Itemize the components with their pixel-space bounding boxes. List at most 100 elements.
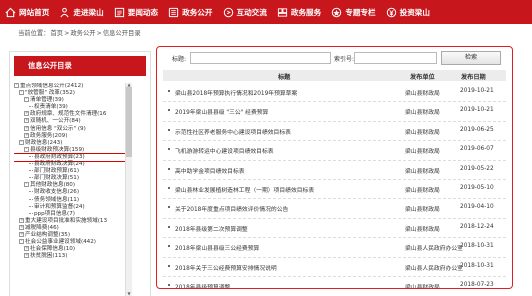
expand-icon[interactable]: +	[19, 217, 24, 223]
collapse-icon[interactable]: -	[14, 83, 19, 88]
row-date: 2019-06-25	[460, 126, 494, 133]
title-search-input[interactable]	[190, 52, 331, 64]
expand-icon[interactable]: +	[24, 253, 29, 259]
tree-item-label: ppp项目信息(7)	[34, 210, 75, 217]
bullet-icon	[168, 109, 170, 112]
nav-services[interactable]: 政务服务	[272, 0, 326, 24]
bullet-icon	[168, 90, 170, 92]
bullet-icon	[168, 206, 170, 209]
tree-item[interactable]: +双随机、一公开(84)	[14, 118, 132, 125]
tree-item[interactable]: - 清单管理(39)	[14, 97, 132, 104]
row-title-link[interactable]: 梁山县2018年预算执行情况和2019年预算草案	[175, 88, 297, 97]
collapse-icon[interactable]: -	[24, 97, 29, 103]
nav-investment[interactable]: 投资梁山	[381, 0, 435, 24]
bullet-icon	[168, 167, 170, 170]
collapse-icon[interactable]: -	[19, 239, 24, 245]
breadcrumb-home[interactable]: 首页	[50, 30, 63, 37]
tree-item-label: 县政府财政预算(23)	[34, 153, 85, 160]
tree-item[interactable]: 县政府财政预算(23)	[14, 152, 132, 163]
row-publisher: 梁山县财政局	[405, 110, 440, 117]
tree-item[interactable]: 审计和预算监督(24)	[14, 204, 132, 211]
tree-connector	[29, 106, 33, 108]
sidebar-scrollbar[interactable]: ▲ ▼	[125, 83, 132, 296]
row-title-link[interactable]: 高中助学金项目绩效目标表	[175, 166, 245, 175]
row-title-link[interactable]: 2018年关于三公经费预算安排情况说明	[175, 263, 277, 272]
tree-item-label: 双随机、一公开(84)	[30, 118, 81, 125]
expand-icon[interactable]: +	[24, 246, 29, 252]
tree-connector	[29, 205, 33, 207]
index-number-input[interactable]	[354, 52, 437, 64]
document-icon	[168, 7, 179, 18]
row-title-link[interactable]: 梁山县林业发展植树造林工程（一期）项目绩效目标表	[175, 185, 314, 194]
row-title-link[interactable]: 关于2018年度重点项目绩效评价情况的公告	[175, 204, 288, 213]
row-title-link[interactable]: 示范性社区养老服务中心建设项目绩效目标表	[175, 127, 291, 136]
results-list: 梁山县2018年预算执行情况和2019年预算草案梁山县财政局 2019-10-21…	[163, 83, 506, 288]
row-publisher: 梁山县人民政府办公室	[405, 246, 463, 253]
people-icon	[59, 7, 70, 18]
nav-about[interactable]: 走进梁山	[54, 0, 108, 24]
tree-item[interactable]: +产业结构调整(35)	[14, 231, 132, 239]
row-title-link[interactable]: 2018年梁山县县级三公经费预算	[175, 243, 259, 252]
expand-icon[interactable]: +	[19, 224, 24, 230]
tree-item[interactable]: ppp项目信息(7)	[14, 211, 132, 218]
scrollbar-thumb[interactable]	[126, 87, 132, 157]
nav-interaction[interactable]: 互动交流	[218, 0, 272, 24]
column-header-unit: 发布单位	[410, 74, 435, 81]
search-bar: 标题: 索引号: 检索	[157, 51, 512, 65]
tree-item-label: 权责清单(39)	[34, 104, 68, 111]
row-publisher: 梁山县财政局	[405, 226, 440, 233]
tree-connector	[29, 177, 33, 179]
tree-item-label: 产业结构调整(35)	[25, 231, 71, 238]
row-title-link[interactable]: 2018年县级第二次预算调整	[175, 224, 248, 233]
home-icon	[5, 7, 16, 18]
expand-icon[interactable]: +	[19, 231, 24, 237]
tree-item[interactable]: 债务领域信息(11)	[14, 197, 132, 204]
nav-gov-open[interactable]: 政务公开	[163, 0, 217, 24]
table-row: 2018年县级预算调整 梁山县财政局 2018-07-23	[163, 277, 506, 288]
row-publisher: 梁山县财政局	[405, 149, 440, 156]
nav-label: 走进梁山	[73, 7, 104, 17]
nav-topics[interactable]: 专题专栏	[326, 0, 380, 24]
expand-icon[interactable]: +	[24, 118, 29, 124]
table-row: 高中助学金项目绩效目标表 梁山县财政局 2019-05-22	[163, 161, 506, 180]
bullet-icon	[168, 245, 170, 248]
search-button[interactable]: 检索	[441, 51, 501, 65]
nav-label: 政务公开	[182, 7, 213, 17]
expand-icon[interactable]: +	[24, 111, 29, 117]
row-title-link[interactable]: 飞机游游转运中心建设项目绩效目标表	[175, 146, 274, 155]
expand-icon[interactable]: +	[24, 125, 29, 131]
tree-item[interactable]: +政务服务(209)	[14, 132, 132, 140]
breadcrumb-gov-open[interactable]: 政务公开	[70, 30, 95, 37]
row-title-link[interactable]: 2019年梁山县县级 "三公" 经费预算	[175, 107, 268, 116]
nav-label: 政务服务	[290, 7, 322, 17]
content-panel: 标题: 索引号: 检索 标题 发布单位 发布日期 梁山县2018年预算执行情况和…	[156, 46, 513, 289]
tree-item[interactable]: +信用信息 "双公示" (9)	[14, 125, 132, 133]
speech-bubble-icon	[223, 7, 234, 18]
row-date: 2019-05-22	[460, 165, 494, 172]
expand-icon[interactable]: +	[24, 132, 29, 138]
collapse-icon[interactable]: -	[19, 139, 24, 145]
topic-icon	[331, 7, 342, 18]
row-date: 2019-10-21	[460, 107, 494, 114]
tree-item[interactable]: +扶贫脱困(113)	[14, 253, 132, 260]
row-publisher: 梁山县财政局	[405, 187, 440, 194]
nav-home[interactable]: 网站首页	[0, 0, 54, 24]
newspaper-icon	[114, 7, 125, 18]
tree-item[interactable]: - 财政信息(243)	[14, 139, 132, 147]
tree-item[interactable]: +重大建设项目批准和实施领域(13	[14, 217, 132, 225]
collapse-icon[interactable]: -	[19, 90, 24, 96]
tree-item-label: 重大建设项目批准和实施领域(13	[25, 217, 108, 224]
tree-item[interactable]: - 县级财政预决算(159)	[14, 146, 132, 154]
tree-item[interactable]: +减税降费(46)	[14, 224, 132, 232]
collapse-icon[interactable]: -	[24, 146, 29, 152]
tree-item-label: 县政府财政决算(24)	[34, 161, 85, 168]
tree-item-label: 清单管理(39)	[30, 97, 64, 104]
collapse-icon[interactable]: -	[24, 182, 29, 188]
scroll-down-arrow-icon[interactable]: ▼	[126, 292, 132, 296]
tree-connector	[29, 191, 33, 193]
category-tree: - 重点领域信息公开(2412) - "放管服" 改革(352) - 清单管理(39) 权责…	[14, 83, 132, 296]
row-title-link[interactable]: 2018年县级预算调整	[175, 282, 230, 288]
nav-news[interactable]: 要闻动态	[109, 0, 163, 24]
tree-item[interactable]: 财政收支信息(26)	[14, 189, 132, 196]
breadcrumb-separator: >	[96, 30, 102, 37]
